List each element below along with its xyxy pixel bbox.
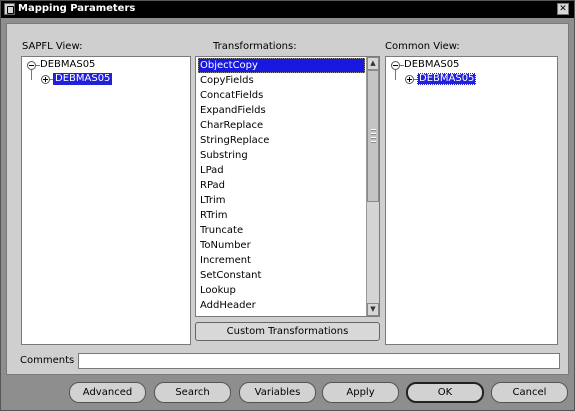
advanced-button[interactable]: Advanced xyxy=(69,382,146,403)
window-title: Mapping Parameters xyxy=(18,3,136,14)
custom-transformations-button[interactable]: Custom Transformations xyxy=(195,322,380,341)
thumb-grip xyxy=(371,129,376,130)
plus-circle-icon[interactable] xyxy=(41,75,50,84)
transformation-item[interactable]: ExpandFields xyxy=(198,103,365,118)
sapfl-view-tree[interactable]: DEBMAS05 DEBMAS05 xyxy=(21,56,191,345)
transformation-item[interactable]: Truncate xyxy=(198,223,365,238)
arrow-up-icon[interactable]: ▲ xyxy=(367,57,379,70)
apply-button[interactable]: Apply xyxy=(322,382,399,403)
transformations-list[interactable]: ObjectCopy CopyFields ConcatFields ExpandFi… xyxy=(195,56,380,317)
transformation-item[interactable]: CopyFields xyxy=(198,73,365,88)
transformation-item[interactable]: LPad xyxy=(198,163,365,178)
close-icon[interactable]: ✕ xyxy=(557,3,569,15)
tree-connector xyxy=(31,70,32,80)
app-window-icon[interactable] xyxy=(4,3,15,15)
minus-circle-icon[interactable] xyxy=(391,61,400,70)
transformation-item[interactable]: RPad xyxy=(198,178,365,193)
transformation-item[interactable]: RTrim xyxy=(198,208,365,223)
ok-button[interactable]: OK xyxy=(406,382,484,403)
transformation-item[interactable]: ToNumber xyxy=(198,238,365,253)
tree-connector xyxy=(395,70,396,80)
transformation-item[interactable]: Substring xyxy=(198,148,365,163)
minus-circle-icon[interactable] xyxy=(27,61,36,70)
transformation-item[interactable]: Increment xyxy=(198,253,365,268)
title-bar[interactable]: Mapping Parameters ✕ xyxy=(1,1,574,18)
mapping-parameters-window: Mapping Parameters ✕ SAPFL View: DEBMAS0… xyxy=(0,0,575,411)
thumb-grip xyxy=(371,133,376,134)
arrow-down-icon[interactable]: ▼ xyxy=(367,303,379,316)
common-tree-child[interactable]: DEBMAS05 xyxy=(417,73,477,85)
dialog-body: SAPFL View: DEBMAS05 DEBMAS05 Transforma… xyxy=(6,23,569,375)
variables-button[interactable]: Variables xyxy=(239,382,316,403)
transformation-item[interactable]: LTrim xyxy=(198,193,365,208)
transformations-scrollbar[interactable]: ▲ ▼ xyxy=(366,57,379,316)
sapfl-tree-root[interactable]: DEBMAS05 xyxy=(40,59,95,71)
transformation-item[interactable]: CharReplace xyxy=(198,118,365,133)
transformation-item[interactable]: SetConstant xyxy=(198,268,365,283)
common-view-tree[interactable]: DEBMAS05 DEBMAS05 xyxy=(385,56,558,345)
thumb-grip xyxy=(371,137,376,138)
transformation-item[interactable]: Lookup xyxy=(198,283,365,298)
cancel-button[interactable]: Cancel xyxy=(491,382,568,403)
search-button[interactable]: Search xyxy=(154,382,231,403)
common-tree-root[interactable]: DEBMAS05 xyxy=(404,59,459,71)
plus-circle-icon[interactable] xyxy=(405,75,414,84)
thumb-grip xyxy=(371,141,376,142)
comments-label: Comments xyxy=(20,355,75,366)
transformation-item[interactable]: StringReplace xyxy=(198,133,365,148)
transformations-label: Transformations: xyxy=(213,41,297,52)
transformation-item[interactable]: ObjectCopy xyxy=(198,58,365,73)
transformation-item[interactable]: ConcatFields xyxy=(198,88,365,103)
comments-field[interactable] xyxy=(78,353,560,369)
scrollbar-thumb[interactable] xyxy=(367,70,379,202)
sapfl-tree-child[interactable]: DEBMAS05 xyxy=(53,73,113,85)
transformation-item[interactable]: AddHeader xyxy=(198,298,365,313)
sapfl-view-label: SAPFL View: xyxy=(22,41,83,52)
common-view-label: Common View: xyxy=(385,41,460,52)
